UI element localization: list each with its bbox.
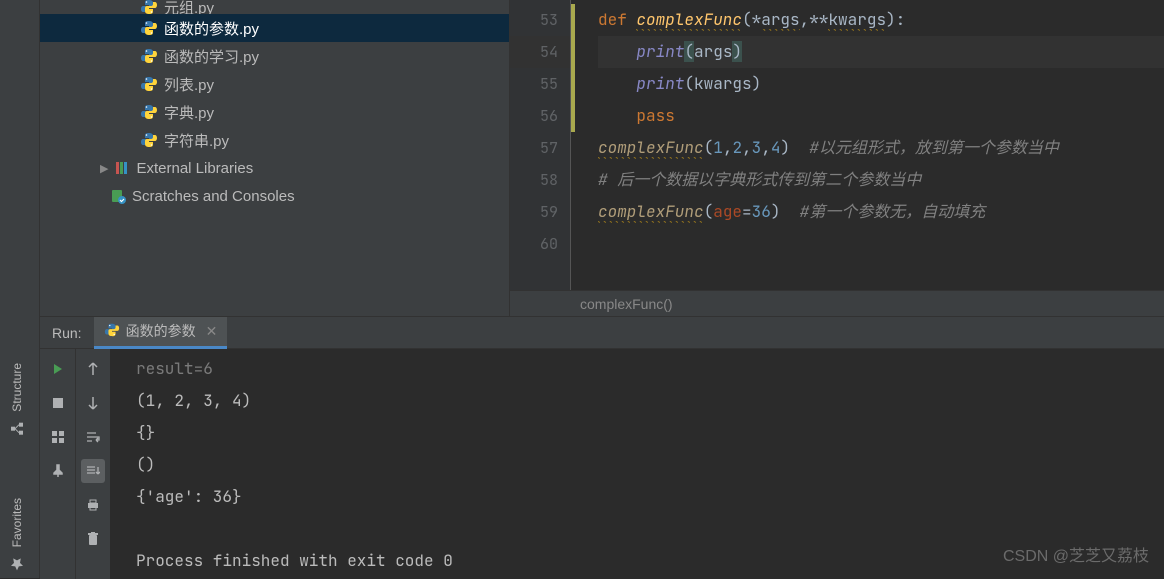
python-file-icon [140, 19, 158, 37]
output-line: {} [136, 417, 1154, 449]
external-libraries-node[interactable]: ▶ External Libraries [40, 154, 509, 182]
pin-button[interactable] [46, 459, 70, 483]
code-margin [570, 0, 598, 290]
watermark-text: CSDN @芝芝又荔枝 [1003, 542, 1149, 566]
python-file-icon [104, 322, 120, 341]
scratches-node[interactable]: Scratches and Consoles [40, 182, 509, 210]
up-button[interactable] [81, 357, 105, 381]
tree-file-item[interactable]: 元组.py [40, 0, 509, 14]
tree-item-label: 元组.py [164, 0, 214, 14]
chevron-right-icon: ▶ [100, 162, 108, 175]
tree-file-item[interactable]: 列表.py [40, 70, 509, 98]
output-line: {'age': 36} [136, 481, 1154, 513]
line-number[interactable]: 58 [510, 164, 570, 196]
stop-button[interactable] [46, 391, 70, 415]
tree-file-item[interactable]: 字典.py [40, 98, 509, 126]
run-config-tab[interactable]: 函数的参数 ✕ [94, 317, 228, 349]
code-line[interactable]: # 后一个数据以字典形式传到第二个参数当中 [598, 164, 1164, 196]
breadcrumb-item[interactable]: complexFunc() [580, 296, 673, 312]
structure-tool-tab[interactable]: Structure [10, 355, 24, 444]
editor-gutter[interactable]: 53⊟545556⊡57585960 [510, 0, 570, 290]
scratches-label: Scratches and Consoles [132, 188, 295, 205]
python-file-icon [140, 131, 158, 149]
left-tool-window-bar: Structure Favorites [0, 0, 40, 578]
line-number[interactable]: 59 [510, 196, 570, 228]
output-line: Process finished with exit code 0 [136, 545, 1154, 577]
project-tree[interactable]: 元组.py 函数的参数.py 函数的学习.py 列表.py 字典.py 字符串.py ▶… [40, 0, 510, 316]
tree-item-label: 函数的参数.py [164, 18, 259, 39]
code-line[interactable]: print(kwargs) [598, 68, 1164, 100]
output-line: (1, 2, 3, 4) [136, 385, 1154, 417]
line-number[interactable]: 53⊟ [510, 4, 570, 36]
line-number[interactable]: 54 [510, 36, 570, 68]
tree-file-item[interactable]: 函数的参数.py [40, 14, 509, 42]
output-line [136, 513, 1154, 545]
structure-label: Structure [10, 363, 24, 412]
print-button[interactable] [81, 493, 105, 517]
code-line[interactable]: print(args) [598, 36, 1164, 68]
run-label: Run: [40, 325, 94, 341]
output-line: result=6 [136, 353, 1154, 385]
favorites-label: Favorites [10, 498, 24, 547]
rerun-button[interactable] [46, 357, 70, 381]
delete-button[interactable] [81, 527, 105, 551]
tree-item-label: 字符串.py [164, 130, 229, 151]
line-number[interactable]: 56⊡ [510, 100, 570, 132]
tree-item-label: 函数的学习.py [164, 46, 259, 67]
favorites-tool-tab[interactable]: Favorites [10, 490, 24, 579]
down-button[interactable] [81, 391, 105, 415]
tree-file-item[interactable]: 字符串.py [40, 126, 509, 154]
structure-icon [10, 422, 24, 436]
line-number[interactable]: 60 [510, 228, 570, 260]
run-tab-label: 函数的参数 [126, 321, 196, 341]
library-icon [114, 160, 130, 176]
python-file-icon [140, 75, 158, 93]
star-icon [10, 557, 24, 571]
close-icon[interactable]: ✕ [206, 323, 218, 340]
code-content[interactable]: def complexFunc(*args,**kwargs): print(a… [598, 0, 1164, 290]
code-line[interactable]: def complexFunc(*args,**kwargs): [598, 4, 1164, 36]
output-line: () [136, 449, 1154, 481]
soft-wrap-button[interactable] [81, 425, 105, 449]
scratches-icon [110, 188, 126, 204]
code-line[interactable] [598, 228, 1164, 260]
run-toolbar-right [75, 349, 110, 579]
breadcrumb-bar[interactable]: complexFunc() [510, 290, 1164, 316]
scroll-to-end-button[interactable] [81, 459, 105, 483]
code-line[interactable]: pass [598, 100, 1164, 132]
code-line[interactable]: complexFunc(age=36) #第一个参数无，自动填充 [598, 196, 1164, 228]
run-header: Run: 函数的参数 ✕ [40, 317, 1164, 349]
run-tool-window: Run: 函数的参数 ✕ result=6(1, 2, 3, 4){}(){'a… [40, 316, 1164, 578]
tree-item-label: 列表.py [164, 74, 214, 95]
layout-button[interactable] [46, 425, 70, 449]
line-number[interactable]: 57 [510, 132, 570, 164]
line-number[interactable]: 55 [510, 68, 570, 100]
python-file-icon [140, 0, 158, 14]
tree-item-label: 字典.py [164, 102, 214, 123]
external-libraries-label: External Libraries [136, 160, 253, 177]
tree-file-item[interactable]: 函数的学习.py [40, 42, 509, 70]
code-editor[interactable]: 53⊟545556⊡57585960 def complexFunc(*args… [510, 0, 1164, 316]
run-toolbar-left [40, 349, 75, 579]
python-file-icon [140, 103, 158, 121]
code-line[interactable]: complexFunc(1,2,3,4) #以元组形式，放到第一个参数当中 [598, 132, 1164, 164]
python-file-icon [140, 47, 158, 65]
